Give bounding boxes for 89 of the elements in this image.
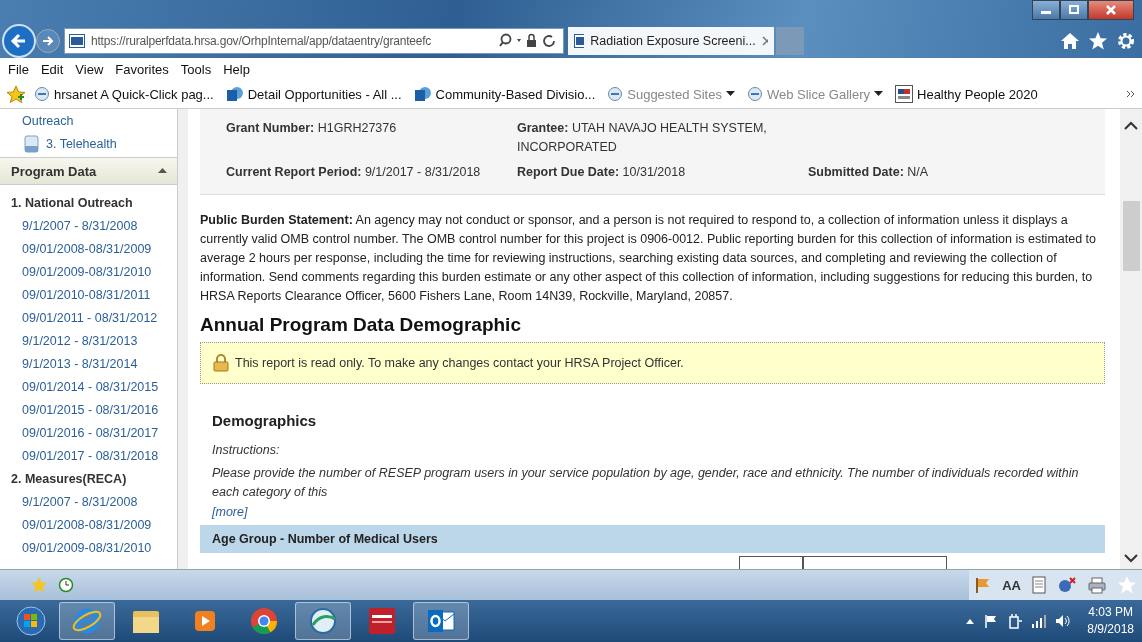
- period-link[interactable]: 09/01/2014 - 08/31/2015: [0, 375, 177, 398]
- maximize-icon: [1068, 5, 1080, 15]
- favorites-star-icon[interactable]: [1117, 575, 1137, 595]
- favorites-star-icon[interactable]: [6, 85, 26, 103]
- info-field: Current Report Period: 9/1/2017 - 8/31/2018: [226, 165, 481, 179]
- more-link[interactable]: [more]: [200, 505, 1105, 519]
- history-icon[interactable]: [58, 577, 74, 593]
- period-link[interactable]: 9/1/2007 - 8/31/2008: [0, 490, 177, 513]
- info-field: Submitted Date: N/A: [808, 165, 929, 179]
- table-header: Age Group - Number of Medical Users: [200, 525, 1105, 553]
- sidebar-link[interactable]: Outreach: [22, 113, 74, 128]
- period-link[interactable]: 9/1/2012 - 8/31/2013: [0, 329, 177, 352]
- star-icon[interactable]: [30, 576, 48, 594]
- compatibility-icon[interactable]: [1057, 576, 1077, 594]
- tray-caret-icon[interactable]: [965, 617, 976, 625]
- home-icon[interactable]: [1060, 31, 1080, 51]
- menu-item[interactable]: Help: [223, 61, 262, 77]
- print-icon[interactable]: [1087, 576, 1107, 594]
- menu-item[interactable]: View: [75, 61, 116, 77]
- signal-icon[interactable]: [1031, 613, 1048, 629]
- info-field: Report Due Date: 10/31/2018: [517, 165, 686, 179]
- menu-item[interactable]: File: [8, 61, 41, 77]
- period-link[interactable]: 09/01/2009-08/31/2010: [0, 536, 177, 559]
- favorites-star-icon[interactable]: [1088, 31, 1108, 51]
- scroll-down-icon[interactable]: [1124, 553, 1138, 563]
- period-link[interactable]: 09/01/2010-08/31/2011: [0, 283, 177, 306]
- close-button[interactable]: [1088, 0, 1134, 20]
- favorites-link[interactable]: Healthy People 2020: [895, 85, 1038, 103]
- forward-button[interactable]: [36, 29, 60, 53]
- sidebar-link[interactable]: 3. Telehealth: [46, 136, 117, 151]
- group-title: 1. National Outreach: [10, 194, 134, 212]
- period-link[interactable]: 09/01/2008-08/31/2009: [0, 237, 177, 260]
- section-title: Demographics: [212, 412, 318, 429]
- period-link[interactable]: 09/01/2009-08/31/2010: [0, 260, 177, 283]
- back-button[interactable]: [2, 24, 36, 58]
- favorites-link[interactable]: Suggested Sites: [607, 86, 735, 102]
- favorites-link[interactable]: hrsanet A Quick-Click pag...: [34, 86, 214, 102]
- taskbar-app[interactable]: [413, 602, 469, 640]
- info-field: Grant Number: H1GRH27376: [226, 121, 397, 135]
- address-bar[interactable]: https://ruralperfdata.hrsa.gov/OrhpInternal/app/dataentry/granteefc: [64, 28, 564, 54]
- group-title: 2. Measures(RECA): [10, 470, 128, 488]
- page-heading: Annual Program Data Demographic: [200, 314, 522, 336]
- maximize-button[interactable]: [1060, 0, 1088, 20]
- instructions-text: Please provide the number of RESEP program users in your service population by age, gender, race and ethnicity. The number of individuals recorded within each category of this: [211, 465, 1080, 501]
- url-text: https://ruralperfdata.hrsa.gov/OrhpInternal/app/dataentry/granteefc: [91, 34, 433, 48]
- windows-logo-icon: [16, 606, 46, 636]
- period-link[interactable]: 9/1/2013 - 8/31/2014: [0, 352, 177, 375]
- site-icon: [574, 34, 585, 48]
- section-title: Program Data: [11, 163, 97, 179]
- favorites-link[interactable]: Detail Opportunities - All ...: [225, 85, 402, 103]
- period-link[interactable]: 09/01/2016 - 08/31/2017: [0, 421, 177, 444]
- scrollbar[interactable]: [1120, 109, 1142, 569]
- scroll-thumb[interactable]: [1122, 201, 1140, 271]
- period-link[interactable]: 09/01/2011 - 08/31/2012: [0, 306, 177, 329]
- settings-icon[interactable]: [1116, 31, 1136, 51]
- power-icon[interactable]: [1007, 613, 1024, 629]
- clock-time[interactable]: 4:03 PM: [1088, 604, 1133, 621]
- browser-tab[interactable]: Radiation Exposure Screeni...: [568, 27, 774, 55]
- menu-item[interactable]: Edit: [40, 61, 76, 77]
- minimize-button[interactable]: [1032, 0, 1060, 20]
- period-link[interactable]: 09/01/2008-08/31/2009: [0, 513, 177, 536]
- collapse-caret-icon[interactable]: [158, 168, 167, 174]
- period-link[interactable]: 9/1/2007 - 8/31/2008: [0, 214, 177, 237]
- volume-icon[interactable]: [1055, 613, 1072, 629]
- menu-item[interactable]: Favorites: [115, 61, 181, 77]
- info-field: Grantee: UTAH NAVAJO HEALTH SYSTEM, INCORPORATED: [517, 121, 767, 154]
- globe-icon: [307, 605, 339, 637]
- forward-arrow-icon: [42, 35, 54, 47]
- notice-text: This report is read only. To make any changes contact your HRSA Project Officer.: [235, 356, 684, 370]
- tab-title: Radiation Exposure Screeni...: [590, 34, 756, 48]
- taskbar-app[interactable]: [295, 602, 351, 640]
- burden-statement: Public Burden Statement: An agency may not conduct or sponsor, and a person is not required to respond to, a collection of information unless it displays a currently valid OMB control number. The OMB control number for this project is 0906-0012. Public reporting burden for this collection of information is estimated to average 2 hours per response, including the time for reviewing instructions, searching existing data sources, and completing and reviewing the collection of information. Send comments regarding this burden estimate or any other aspect of this collection of information, including suggestions for reducing this burden, to HRSA Reports Clearance Officer, 5600 Fishers Lane, Room 14N39, Rockville, Maryland, 20857.: [200, 212, 1098, 305]
- caret-icon: [725, 91, 735, 97]
- site-icon: [69, 34, 85, 48]
- clock-date[interactable]: 8/9/2018: [1087, 621, 1134, 638]
- section-header[interactable]: Program Data: [0, 157, 177, 185]
- caret-icon: [874, 91, 883, 97]
- text-size-button[interactable]: AA: [1002, 577, 1021, 593]
- document-icon: [24, 134, 40, 153]
- lock-icon: [213, 354, 229, 372]
- favorites-link[interactable]: Community-Based Divisio...: [413, 85, 596, 103]
- menu-item[interactable]: Tools: [180, 61, 224, 77]
- period-link[interactable]: 09/01/2015 - 08/31/2016: [0, 398, 177, 421]
- scroll-up-icon[interactable]: [1124, 121, 1138, 131]
- period-link[interactable]: 09/01/2017 - 08/31/2018: [0, 444, 177, 467]
- favorites-link[interactable]: Web Slice Gallery: [746, 86, 883, 102]
- instructions-label: Instructions:: [211, 442, 281, 459]
- chrome-icon: [248, 605, 280, 637]
- site-icon: [895, 85, 913, 103]
